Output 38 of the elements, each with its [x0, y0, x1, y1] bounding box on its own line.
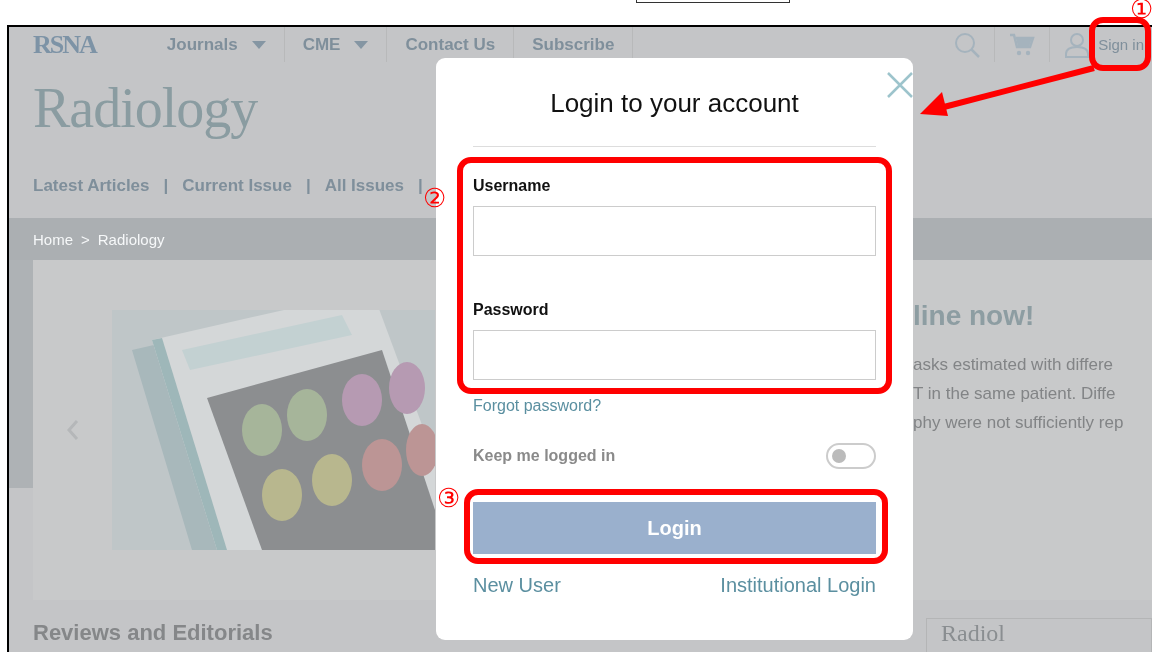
- journal-title: Radiology: [33, 77, 258, 139]
- sign-in-link[interactable]: Sign in: [1090, 36, 1152, 53]
- search-icon[interactable]: [954, 31, 981, 58]
- login-button[interactable]: Login: [473, 502, 876, 554]
- hero-text: phy were not sufficiently rep: [913, 413, 1124, 432]
- link-separator: |: [418, 176, 423, 196]
- input-field[interactable]: [473, 330, 876, 380]
- link-separator: |: [163, 176, 169, 196]
- section-heading: Reviews and Editorials: [33, 620, 273, 647]
- logo[interactable]: RSNA: [33, 29, 96, 60]
- cart-icon[interactable]: [1009, 32, 1036, 57]
- breadcrumb-separator: >: [81, 230, 90, 248]
- footer-link[interactable]: Institutional Login: [720, 574, 876, 597]
- nav-item[interactable]: Journals: [160, 27, 285, 62]
- hero-heading: line now!: [913, 300, 1035, 331]
- breadcrumb-link[interactable]: Radiology: [97, 230, 165, 248]
- side-card: Radiol: [926, 618, 1152, 652]
- highlight-frame: [1089, 17, 1151, 71]
- nav-item[interactable]: CME: [284, 27, 388, 62]
- close-icon[interactable]: [887, 72, 913, 98]
- field-label: Username: [473, 177, 551, 194]
- input-field[interactable]: [473, 206, 876, 256]
- journal-link[interactable]: Latest Articles: [33, 176, 150, 196]
- step-marker: ②: [423, 185, 446, 211]
- field-label: Password: [473, 301, 549, 318]
- journal-link[interactable]: All Issues: [324, 176, 405, 196]
- hero-text: asks estimated with differe: [913, 355, 1113, 374]
- keep-logged-in-label: Keep me logged in: [473, 447, 616, 465]
- step-marker: ③: [437, 485, 460, 511]
- hero-text: T in the same patient. Diffe: [913, 384, 1116, 403]
- toggle-switch[interactable]: [826, 443, 876, 469]
- link-separator: |: [305, 176, 311, 196]
- breadcrumb-link[interactable]: Home: [33, 230, 73, 248]
- footer-link[interactable]: New User: [473, 574, 561, 597]
- user-icon[interactable]: [1064, 31, 1091, 58]
- dialog-title: Login to your account: [550, 88, 799, 118]
- journal-link[interactable]: Current Issue: [182, 176, 292, 196]
- forgot-password-link[interactable]: Forgot password?: [473, 397, 602, 415]
